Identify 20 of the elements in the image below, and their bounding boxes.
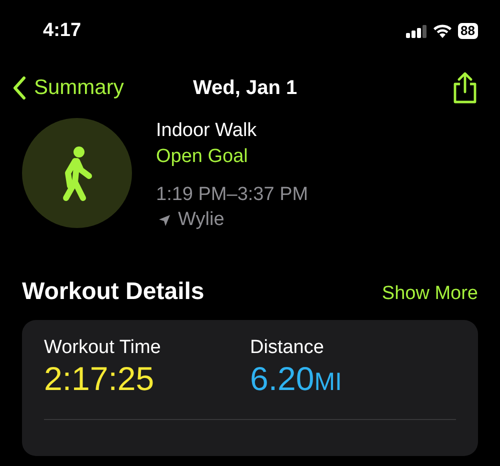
signal-icon [406,24,427,38]
time-range: 1:19 PM–3:37 PM [156,183,308,207]
battery-level: 88 [458,23,478,39]
metric-value: 6.20MI [250,360,344,399]
workout-goal: Open Goal [156,145,249,169]
metric-value: 2:17:25 [44,360,156,398]
status-time: 4:17 [43,20,82,42]
metric-label: Distance [250,336,325,360]
location-name: Wylie [178,208,224,232]
section-title: Workout Details [22,278,204,306]
walking-person-icon [22,118,132,228]
back-button[interactable]: Summary [12,76,124,100]
workout-name: Indoor Walk [156,119,258,143]
share-icon[interactable] [452,72,478,104]
metric-label: Workout Time [44,336,162,360]
show-more-link[interactable]: Show More [382,283,478,305]
chevron-left-icon [12,76,26,100]
wifi-icon [432,24,452,38]
nav-title: Wed, Jan 1 [193,76,298,100]
location-arrow-icon [159,214,170,226]
